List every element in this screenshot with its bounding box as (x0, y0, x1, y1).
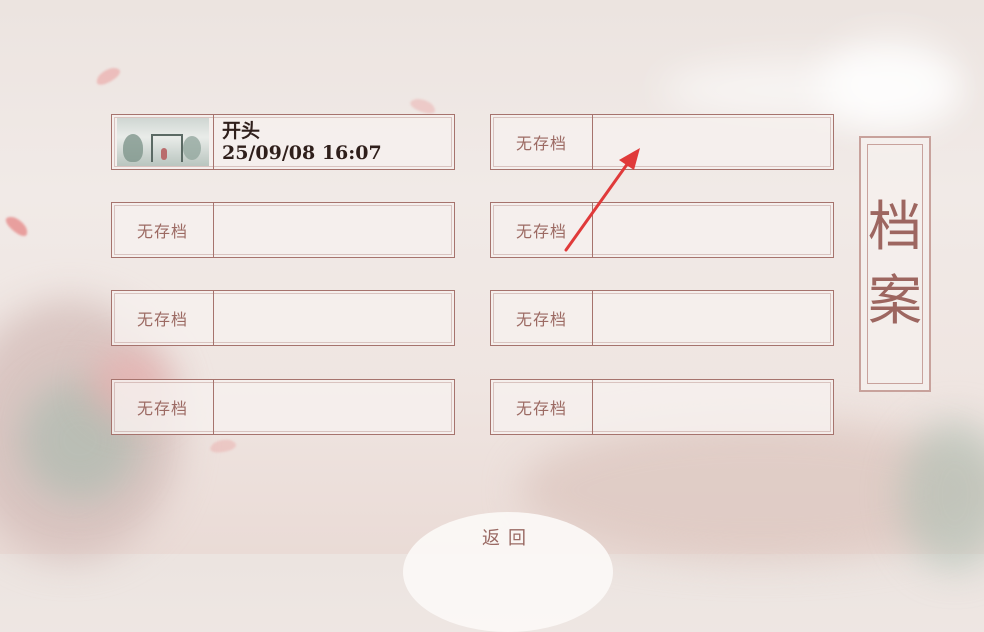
save-thumbnail: 无存档 (112, 380, 214, 434)
petal (3, 213, 31, 239)
save-thumbnail: 无存档 (491, 115, 593, 169)
archive-title-panel: 档 案 (859, 136, 931, 392)
save-thumbnail: 无存档 (112, 291, 214, 345)
save-slot-1[interactable]: 开头 25/09/08 16:07 (111, 114, 455, 170)
petal (93, 64, 123, 88)
save-slot-7[interactable]: 无存档 (111, 379, 455, 435)
empty-slot-label: 无存档 (136, 399, 188, 418)
save-thumbnail: 无存档 (491, 380, 593, 434)
annotation-arrow-icon (564, 148, 640, 252)
save-name: 开头 (222, 120, 261, 142)
save-slot-5[interactable]: 无存档 (111, 290, 455, 346)
petal (209, 437, 237, 455)
archive-title-char-2: 案 (868, 269, 922, 332)
save-slot-8[interactable]: 无存档 (490, 379, 834, 435)
save-slot-3[interactable]: 无存档 (111, 202, 455, 258)
empty-slot-label: 无存档 (136, 310, 188, 329)
empty-slot-label: 无存档 (515, 222, 567, 241)
background-foliage-right (900, 420, 984, 570)
save-slot-2[interactable]: 无存档 (490, 114, 834, 170)
background-cloud (660, 60, 960, 120)
back-button[interactable]: 返回 (403, 512, 613, 632)
scene-preview-image (116, 118, 209, 166)
save-slot-4[interactable]: 无存档 (490, 202, 834, 258)
empty-slot-label: 无存档 (515, 399, 567, 418)
save-thumbnail: 无存档 (491, 291, 593, 345)
save-slot-6[interactable]: 无存档 (490, 290, 834, 346)
back-button-label: 返回 (482, 528, 534, 549)
empty-slot-label: 无存档 (136, 222, 188, 241)
empty-slot-label: 无存档 (515, 134, 567, 153)
archive-title-char-1: 档 (868, 195, 922, 258)
empty-slot-label: 无存档 (515, 310, 567, 329)
save-thumbnail: 无存档 (112, 203, 214, 257)
save-thumbnail (112, 115, 214, 169)
save-thumbnail: 无存档 (491, 203, 593, 257)
background-glow (820, 40, 960, 130)
save-timestamp: 25/09/08 16:07 (222, 142, 382, 164)
